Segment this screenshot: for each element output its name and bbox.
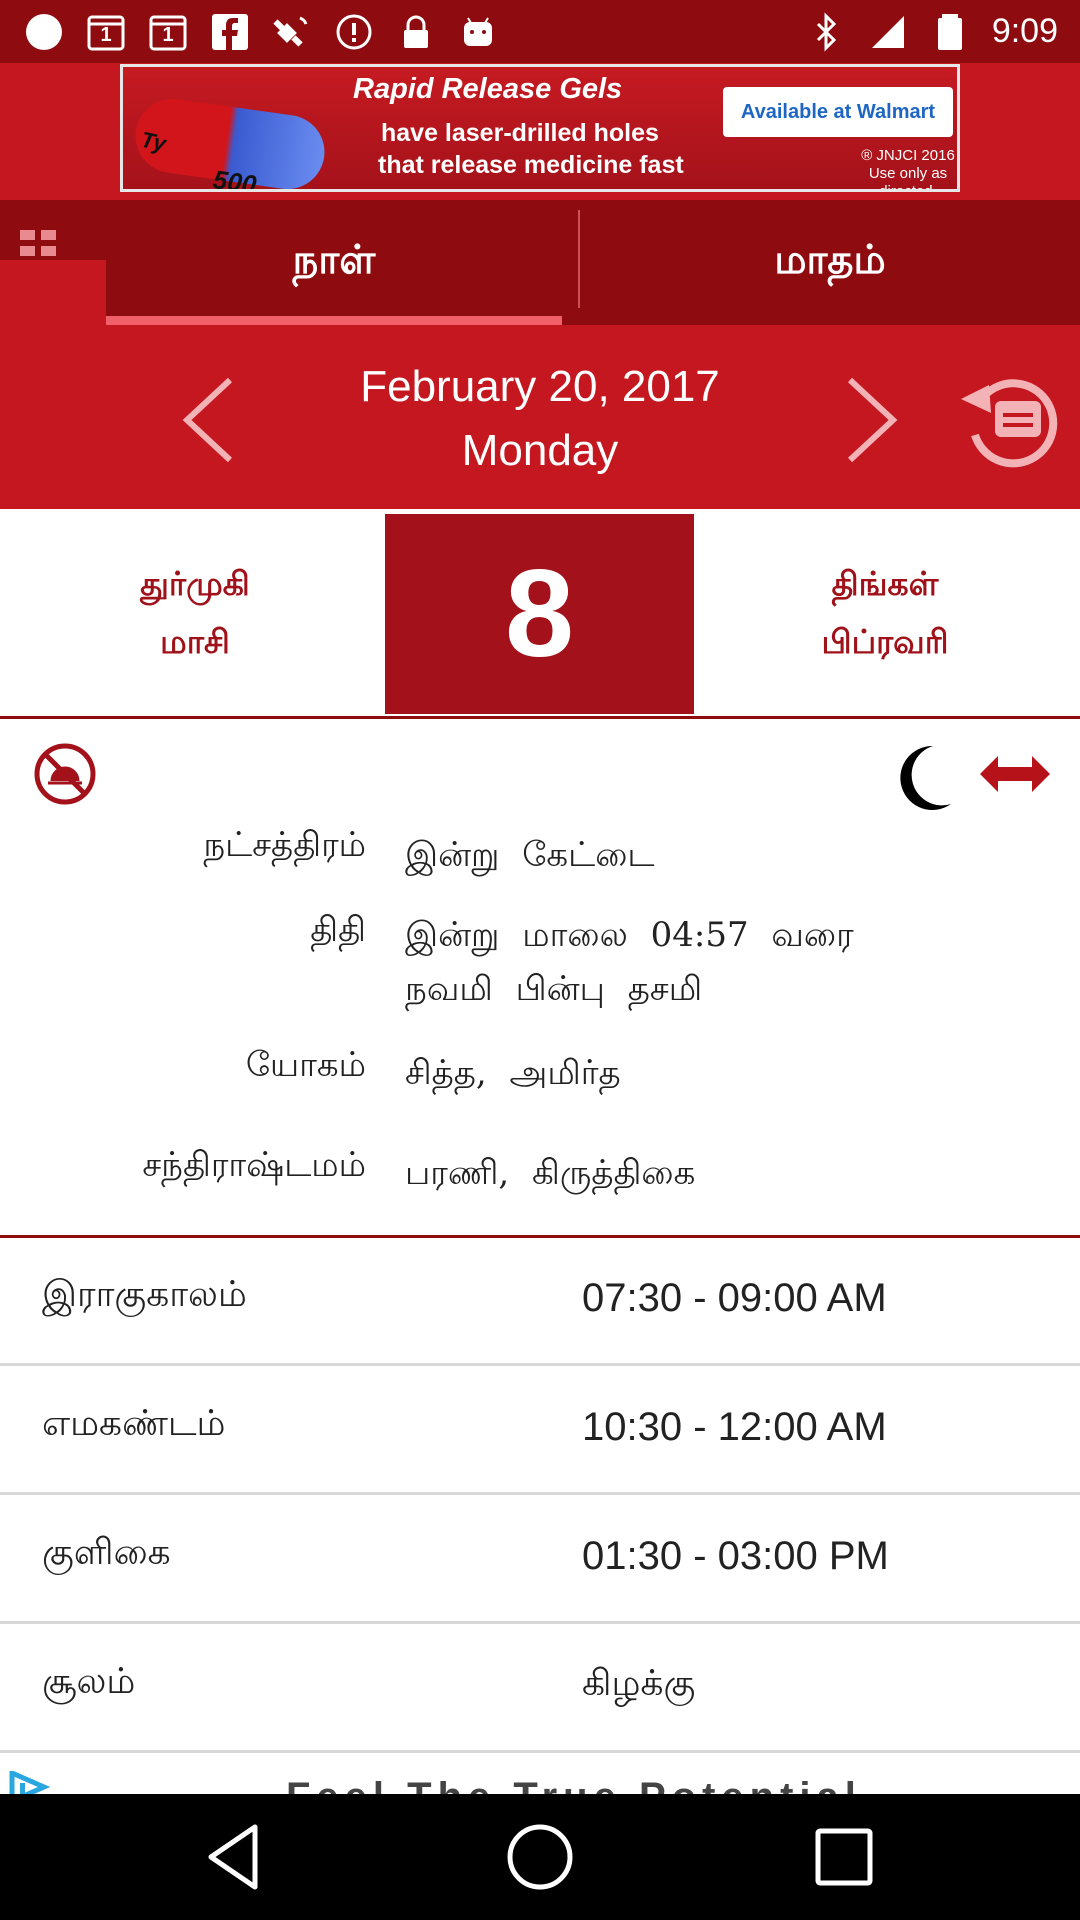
- tab-month-label: மாதம்: [774, 237, 886, 283]
- tamil-weekday: திங்கள்: [831, 564, 939, 603]
- nakshatra-label: நட்சத்திரம்: [203, 825, 366, 865]
- bottom-ad-text: Feel The True Potential: [286, 1775, 862, 1794]
- list-item-kuligai: குளிகை 01:30 - 03:00 PM: [0, 1496, 1080, 1624]
- ad-pill-number: 500: [211, 164, 259, 192]
- signal-icon: [868, 12, 908, 52]
- previous-day-icon[interactable]: [175, 370, 245, 470]
- list-item-emagandam: எமகண்டம் 10:30 - 12:00 AM: [0, 1367, 1080, 1495]
- ad-subtext-2: that release medicine fast: [378, 151, 684, 179]
- timing-value: கிழக்கு: [582, 1663, 696, 1704]
- thithi-value: இன்று மாலை 04:57 வரை நவமி பின்பு தசமி: [405, 908, 925, 1016]
- status-bar: 1 1 9:09: [0, 0, 1080, 63]
- ad-retailer-badge: Available at Walmart: [723, 87, 953, 137]
- tab-day[interactable]: நாள்: [106, 200, 562, 325]
- yogam-label: யோகம்: [245, 1045, 366, 1085]
- today-reset-icon[interactable]: [955, 365, 1065, 475]
- english-month-tamil: பிப்ரவரி: [821, 622, 949, 661]
- timing-value: 07:30 - 09:00 AM: [582, 1276, 887, 1320]
- timing-label: எமகண்டம்: [42, 1403, 226, 1444]
- home-icon[interactable]: [498, 1815, 582, 1899]
- current-date: February 20, 2017 Monday: [270, 355, 810, 483]
- nakshatra-value: இன்று கேட்டை: [405, 835, 655, 875]
- back-icon[interactable]: [195, 1815, 279, 1899]
- calendar-icon: 1: [148, 12, 188, 52]
- no-fasting-icon: [34, 743, 96, 805]
- grid-menu-icon[interactable]: [20, 230, 58, 260]
- tamil-day-number: 8: [385, 514, 694, 714]
- bluetooth-icon: [806, 11, 846, 52]
- date-label: February 20, 2017: [360, 362, 720, 411]
- circle-notification-icon: [24, 12, 64, 52]
- lock-icon: [396, 12, 436, 52]
- moon-icon[interactable]: [893, 742, 953, 812]
- ad-copyright: ® JNJCI 2016 Use only as directed.: [861, 147, 955, 192]
- bottom-ad-banner[interactable]: Feel The True Potential: [0, 1757, 1080, 1794]
- ad-subtext-1: have laser-drilled holes: [381, 119, 659, 147]
- chandrashtamam-label: சந்திராஷ்டமம்: [142, 1145, 366, 1185]
- calendar-icon-number: 1: [100, 23, 112, 46]
- active-tab-indicator: [106, 316, 562, 325]
- thithi-label: திதி: [310, 910, 366, 950]
- timing-value: 01:30 - 03:00 PM: [582, 1534, 889, 1578]
- list-item-rahu-kalam: இராகுகாலம் 07:30 - 09:00 AM: [0, 1238, 1080, 1366]
- ad-headline: Rapid Release Gels: [353, 73, 623, 105]
- fake-gps-icon: [272, 12, 312, 52]
- list-item-soolam: சூலம் கிழக்கு: [0, 1625, 1080, 1753]
- timing-value: 10:30 - 12:00 AM: [582, 1405, 887, 1449]
- calendar-icon: 1: [86, 12, 126, 52]
- facebook-icon: [210, 12, 250, 52]
- adchoices-icon[interactable]: [8, 1771, 50, 1794]
- timing-label: சூலம்: [42, 1661, 136, 1702]
- ad-pill-brand: Ty: [138, 126, 169, 157]
- android-icon: [458, 12, 498, 52]
- next-day-icon[interactable]: [835, 370, 905, 470]
- battery-icon: [930, 12, 970, 52]
- yogam-value: சித்த, அமிர்த: [405, 1053, 621, 1093]
- tamil-year: துர்முகி: [140, 564, 250, 603]
- tamil-month: மாசி: [160, 622, 230, 661]
- weekday-label: Monday: [461, 426, 619, 475]
- swap-arrows-icon[interactable]: [980, 752, 1050, 796]
- timing-label: குளிகை: [42, 1532, 171, 1573]
- recents-icon[interactable]: [802, 1815, 886, 1899]
- timing-label: இராகுகாலம்: [42, 1274, 247, 1315]
- tab-day-label: நாள்: [292, 237, 376, 283]
- thithi-value-line2: நவமி பின்பு தசமி: [405, 969, 703, 1009]
- clock: 9:09: [991, 12, 1058, 50]
- tab-month[interactable]: மாதம்: [580, 200, 1080, 325]
- calendar-icon-number: 1: [162, 23, 174, 46]
- ad-banner[interactable]: Ty 500 Rapid Release Gels have laser-dri…: [120, 64, 960, 192]
- chandrashtamam-value: பரணி, கிருத்திகை: [405, 1153, 696, 1193]
- menu-area: [0, 200, 106, 325]
- thithi-value-line1: இன்று மாலை 04:57 வரை: [405, 915, 854, 955]
- tamil-year-month: துர்முகி மாசி: [60, 555, 330, 671]
- tamil-weekday-month: திங்கள் பிப்ரவரி: [750, 555, 1020, 671]
- info-icon: [334, 12, 374, 52]
